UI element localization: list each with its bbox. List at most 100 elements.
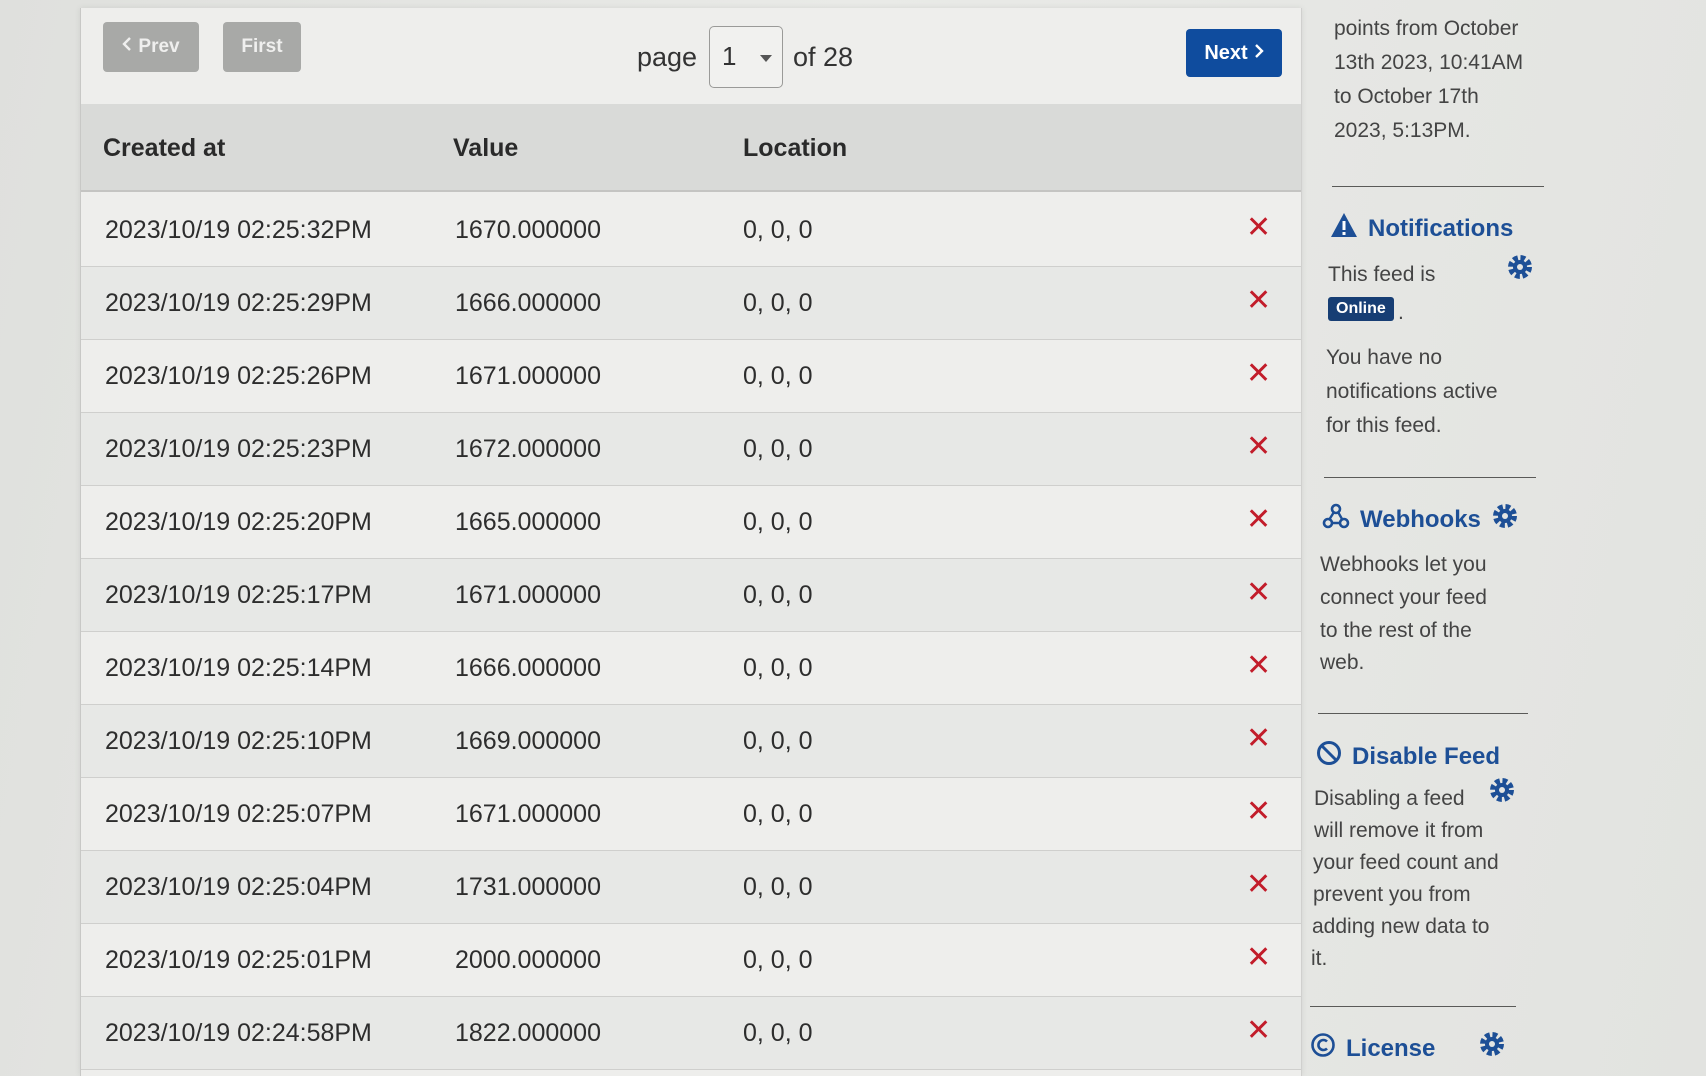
feed-sidebar: points from October 13th 2023, 10:41AM t…	[1310, 0, 1700, 1076]
column-header-created-at[interactable]: Created at	[103, 134, 225, 163]
notifications-body-line: notifications active	[1326, 380, 1498, 403]
table-row: 2023/10/19 02:24:58PM 1822.000000 0, 0, …	[81, 997, 1301, 1070]
cell-location: 0, 0, 0	[743, 873, 813, 901]
notifications-body-line: You have no	[1326, 346, 1443, 369]
cell-value: 1672.000000	[455, 435, 601, 463]
divider	[1310, 1006, 1516, 1007]
prev-button-label: Prev	[138, 36, 180, 57]
cell-location: 0, 0, 0	[743, 581, 813, 609]
webhooks-body-line: Webhooks let you	[1320, 553, 1487, 576]
cell-location: 0, 0, 0	[743, 435, 813, 463]
delete-row-icon[interactable]: ✕	[1246, 356, 1271, 391]
ban-icon	[1316, 740, 1342, 773]
table-row: 2023/10/19 02:25:14PM 1666.000000 0, 0, …	[81, 632, 1301, 705]
webhooks-body-line: connect your feed	[1320, 586, 1487, 609]
copyright-icon	[1310, 1032, 1336, 1065]
table-row: 2023/10/19 02:25:04PM 1731.000000 0, 0, …	[81, 851, 1301, 924]
disable-body-line: prevent you from	[1313, 883, 1471, 906]
cell-value: 1671.000000	[455, 362, 601, 390]
page-total: of 28	[793, 42, 854, 72]
column-header-location[interactable]: Location	[743, 134, 847, 163]
first-button[interactable]: First	[223, 22, 301, 72]
next-button[interactable]: Next	[1186, 29, 1282, 77]
table-row: 2023/10/19 02:25:29PM 1666.000000 0, 0, …	[81, 267, 1301, 340]
disable-body-line: adding new data to	[1312, 915, 1490, 938]
delete-row-icon[interactable]: ✕	[1246, 940, 1271, 975]
cell-created-at: 2023/10/19 02:25:20PM	[105, 508, 372, 536]
webhooks-body-line: web.	[1320, 651, 1365, 674]
webhooks-heading: Webhooks	[1322, 502, 1519, 537]
cell-value: 1670.000000	[455, 216, 601, 244]
next-button-label: Next	[1204, 41, 1248, 64]
delete-row-icon[interactable]: ✕	[1246, 575, 1271, 610]
status-badge: Online	[1328, 297, 1394, 321]
disable-body-line: it.	[1311, 947, 1328, 970]
notifications-heading: Notifications	[1330, 212, 1513, 245]
license-title: License	[1346, 1034, 1436, 1062]
cell-value: 2000.000000	[455, 946, 601, 974]
webhooks-settings-gear-icon[interactable]	[1491, 502, 1519, 537]
delete-row-icon[interactable]: ✕	[1246, 283, 1271, 318]
license-settings-gear-icon[interactable]	[1478, 1030, 1506, 1063]
first-button-label: First	[241, 36, 283, 57]
cell-location: 0, 0, 0	[743, 1019, 813, 1047]
delete-row-icon[interactable]: ✕	[1246, 867, 1271, 902]
status-suffix: .	[1398, 301, 1404, 324]
prev-button[interactable]: Prev	[103, 22, 199, 72]
cell-value: 1666.000000	[455, 289, 601, 317]
license-heading: License	[1310, 1032, 1435, 1065]
webhook-icon	[1322, 503, 1350, 536]
divider	[1332, 186, 1544, 187]
cell-value: 1731.000000	[455, 873, 601, 901]
cell-value: 1666.000000	[455, 654, 601, 682]
cell-created-at: 2023/10/19 02:25:14PM	[105, 654, 372, 682]
notifications-title: Notifications	[1368, 214, 1514, 242]
cell-created-at: 2023/10/19 02:25:26PM	[105, 362, 372, 390]
data-table-panel: Prev First page 1 of 28 Next Created at …	[80, 8, 1302, 1076]
cell-created-at: 2023/10/19 02:25:32PM	[105, 216, 372, 244]
table-row: 2023/10/19 02:25:07PM 1671.000000 0, 0, …	[81, 778, 1301, 851]
delete-row-icon[interactable]: ✕	[1246, 721, 1271, 756]
table-row: 2023/10/19 02:25:10PM 1669.000000 0, 0, …	[81, 705, 1301, 778]
cell-created-at: 2023/10/19 02:25:17PM	[105, 581, 372, 609]
page-select[interactable]: 1	[709, 26, 783, 88]
delete-row-icon[interactable]: ✕	[1246, 210, 1271, 245]
feed-page: Prev First page 1 of 28 Next Created at …	[0, 0, 1706, 1076]
delete-row-icon[interactable]: ✕	[1246, 429, 1271, 464]
notifications-settings-gear-icon[interactable]	[1506, 253, 1534, 286]
table-row: 2023/10/19 02:25:23PM 1672.000000 0, 0, …	[81, 413, 1301, 486]
cell-location: 0, 0, 0	[743, 654, 813, 682]
page-select-value: 1	[722, 41, 737, 71]
feed-status-text: This feed is	[1328, 263, 1436, 286]
summary-line: 2023, 5:13PM.	[1334, 119, 1471, 142]
delete-row-icon[interactable]: ✕	[1246, 648, 1271, 683]
cell-value: 1671.000000	[455, 800, 601, 828]
cell-location: 0, 0, 0	[743, 946, 813, 974]
warning-icon	[1330, 212, 1358, 245]
table-row: 2023/10/19 02:25:01PM 2000.000000 0, 0, …	[81, 924, 1301, 997]
pagination-bar: Prev First page 1 of 28 Next	[81, 8, 1301, 104]
delete-row-icon[interactable]: ✕	[1246, 1013, 1271, 1048]
disable-settings-gear-icon[interactable]	[1488, 776, 1516, 809]
column-header-value[interactable]: Value	[453, 134, 518, 163]
cell-created-at: 2023/10/19 02:25:07PM	[105, 800, 372, 828]
delete-row-icon[interactable]: ✕	[1246, 502, 1271, 537]
disable-body-line: your feed count and	[1313, 851, 1499, 874]
divider	[1318, 713, 1528, 714]
webhooks-body-line: to the rest of the	[1320, 619, 1472, 642]
summary-line: points from October	[1334, 17, 1519, 40]
cell-created-at: 2023/10/19 02:24:58PM	[105, 1019, 372, 1047]
cell-created-at: 2023/10/19 02:25:29PM	[105, 289, 372, 317]
cell-value: 1669.000000	[455, 727, 601, 755]
table-row: 2023/10/19 02:25:32PM 1670.000000 0, 0, …	[81, 194, 1301, 267]
disable-body-line: will remove it from	[1314, 819, 1484, 842]
delete-row-icon[interactable]: ✕	[1246, 794, 1271, 829]
summary-line: to October 17th	[1334, 85, 1479, 108]
cell-location: 0, 0, 0	[743, 727, 813, 755]
cell-value: 1665.000000	[455, 508, 601, 536]
table-row: 2023/10/19 02:25:26PM 1671.000000 0, 0, …	[81, 340, 1301, 413]
cell-location: 0, 0, 0	[743, 362, 813, 390]
chevron-left-icon	[122, 36, 132, 58]
cell-created-at: 2023/10/19 02:25:01PM	[105, 946, 372, 974]
notifications-body-line: for this feed.	[1326, 414, 1442, 437]
